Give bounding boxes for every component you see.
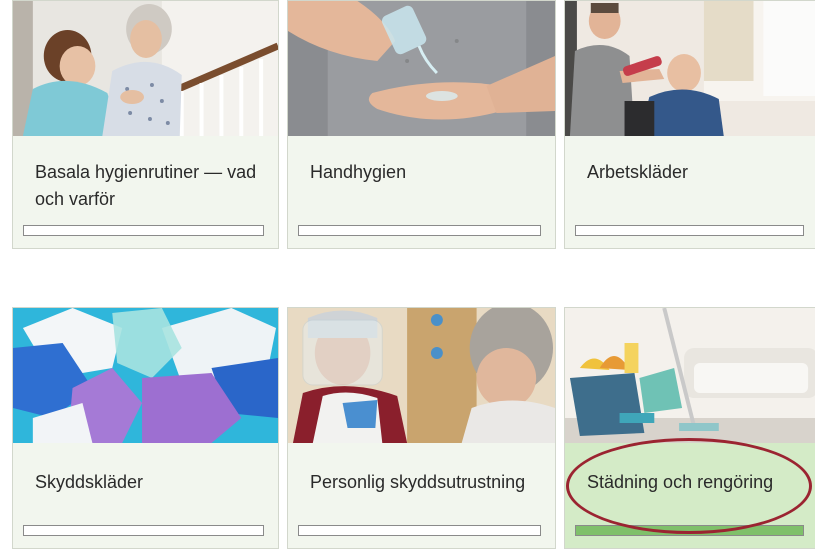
course-image-hand-sanitizer[interactable]	[288, 1, 555, 136]
course-card-personlig-skyddsutrustning[interactable]: Personlig skyddsutrustning	[287, 307, 556, 549]
course-card-basala-hygienrutiner[interactable]: Basala hygienrutiner — vad och varför	[12, 0, 279, 249]
progress-bar	[575, 225, 804, 236]
course-image-gloves[interactable]	[13, 308, 278, 443]
course-title[interactable]: Basala hygienrutiner — vad och varför	[35, 159, 264, 213]
course-card-arbetsklader[interactable]: Arbetskläder	[564, 0, 815, 249]
course-image-caregiver-patient[interactable]	[565, 1, 815, 136]
progress-bar	[298, 225, 541, 236]
course-card-stadning-och-rengoring[interactable]: Städning och rengöring	[564, 307, 815, 549]
course-image-caregiver-stairs[interactable]	[13, 1, 278, 136]
progress-bar	[298, 525, 541, 536]
course-title[interactable]: Personlig skyddsutrustning	[310, 469, 541, 496]
course-title[interactable]: Städning och rengöring	[587, 469, 804, 496]
course-image-face-shield[interactable]	[288, 308, 555, 443]
progress-bar	[575, 525, 804, 536]
progress-fill	[576, 526, 803, 535]
course-title[interactable]: Arbetskläder	[587, 159, 804, 186]
course-card-skyddsklader[interactable]: Skyddskläder	[12, 307, 279, 549]
course-title[interactable]: Handhygien	[310, 159, 541, 186]
course-card-handhygien[interactable]: Handhygien	[287, 0, 556, 249]
progress-bar	[23, 525, 264, 536]
course-title[interactable]: Skyddskläder	[35, 469, 264, 496]
course-image-cleaning-supplies[interactable]	[565, 308, 815, 443]
progress-bar	[23, 225, 264, 236]
